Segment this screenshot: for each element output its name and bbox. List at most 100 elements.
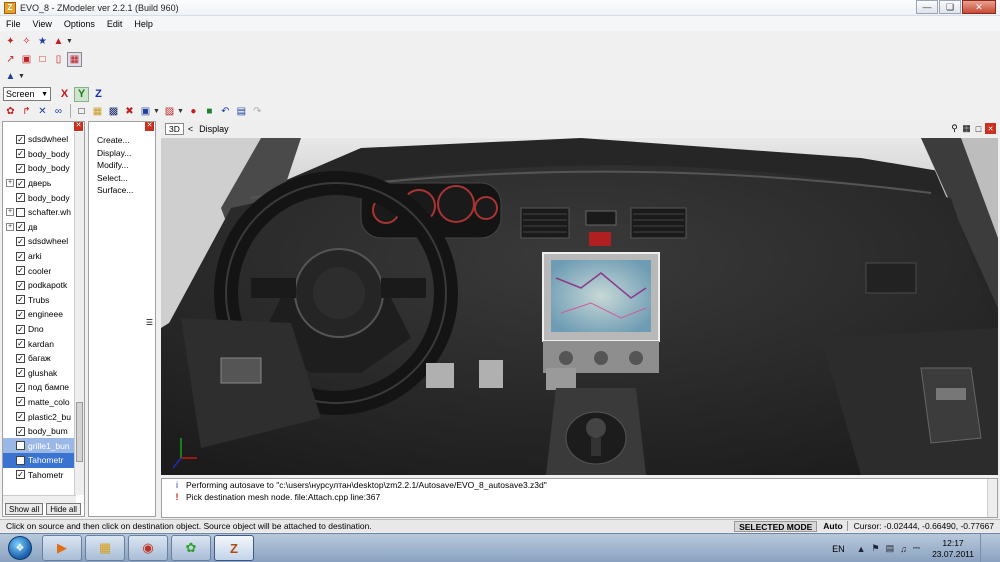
close-icon[interactable]: ✕ (74, 122, 83, 131)
tree-item[interactable]: ✓ body_body (3, 190, 76, 205)
expand-toggle-icon[interactable]: + (6, 208, 14, 217)
visibility-checkbox[interactable]: ✓ (16, 339, 25, 349)
menu-help[interactable]: Help (128, 19, 159, 29)
undo-icon[interactable]: ↶ (218, 104, 233, 119)
cmd-create[interactable]: Create... (89, 134, 133, 147)
close-button[interactable]: ✕ (962, 0, 996, 14)
export-icon[interactable]: ▨ (162, 104, 177, 119)
volume-icon[interactable]: ♫ (900, 544, 907, 554)
zmodeler-task[interactable]: Z (214, 535, 254, 561)
create-cube-icon[interactable]: ▣ (19, 52, 34, 67)
cmd-display[interactable]: Display... (89, 147, 133, 160)
zmodeler-app-icon[interactable]: Z (4, 1, 16, 14)
splitter-grip-icon[interactable]: ☰ (146, 318, 153, 327)
usb-icon[interactable]: ⎓ (913, 543, 920, 554)
back-icon[interactable]: < (188, 124, 193, 134)
tree-item[interactable]: ✓ Trubs (3, 293, 76, 308)
tree-item[interactable]: + ✓ дв (3, 220, 76, 235)
language-indicator[interactable]: EN (832, 544, 845, 554)
visibility-checkbox[interactable]: ✓ (16, 353, 25, 363)
material-icon[interactable]: ■ (202, 104, 217, 119)
scrollbar-thumb[interactable] (76, 402, 83, 462)
visibility-checkbox[interactable]: ✓ (16, 412, 25, 422)
visibility-checkbox[interactable]: ✓ (16, 470, 25, 480)
chevron-down-icon[interactable]: ▼ (66, 38, 73, 45)
menu-view[interactable]: View (27, 19, 58, 29)
create-cylinder-icon[interactable]: ▯ (51, 52, 66, 67)
tree-item[interactable]: ✓ podkapotk (3, 278, 76, 293)
visibility-checkbox[interactable]: ✓ (16, 441, 25, 451)
show-all-button[interactable]: Show all (5, 503, 44, 515)
menu-options[interactable]: Options (58, 19, 101, 29)
visibility-checkbox[interactable]: ✓ (16, 178, 25, 188)
tree-item[interactable]: ✓ sdsdwheel (3, 234, 76, 249)
pan-icon[interactable]: ▦ (961, 123, 972, 134)
visibility-checkbox[interactable]: ✓ (16, 149, 25, 159)
menu-edit[interactable]: Edit (101, 19, 129, 29)
tree-item[interactable]: ✓ plastic2_bu (3, 409, 76, 424)
menu-file[interactable]: File (0, 19, 27, 29)
tree-item[interactable]: ✓ багаж (3, 351, 76, 366)
create-box-icon[interactable]: □ (35, 52, 50, 67)
visibility-checkbox[interactable]: ✓ (16, 236, 25, 246)
show-desktop-button[interactable] (980, 534, 992, 562)
restore-button[interactable]: ❏ (939, 0, 961, 14)
tree-item[interactable]: + ✓ дверь (3, 176, 76, 191)
tree-item[interactable]: ✓ engineee (3, 307, 76, 322)
visibility-checkbox[interactable] (16, 207, 25, 217)
close-icon[interactable]: ✕ (985, 123, 996, 134)
axis-move-icon[interactable]: ↱ (19, 104, 34, 119)
open-folder-icon[interactable]: ▦ (90, 104, 105, 119)
hide-all-button[interactable]: Hide all (46, 503, 81, 515)
clock[interactable]: 12:17 23.07.2011 (932, 538, 974, 560)
tree-item[interactable]: ✓ Dno (3, 322, 76, 337)
redo-icon[interactable]: ↷ (250, 104, 265, 119)
visibility-checkbox[interactable]: ✓ (16, 280, 25, 290)
close-icon[interactable]: ✕ (145, 122, 154, 131)
axis-y-toggle[interactable]: Y (74, 86, 89, 102)
select-object-icon[interactable]: ★ (35, 34, 50, 49)
tree-item[interactable]: Tahometr (3, 453, 76, 468)
tree-item[interactable]: ✓ matte_colo (3, 395, 76, 410)
tree-item[interactable]: ✓ body_body (3, 161, 76, 176)
axis-scale-icon[interactable]: ∞ (51, 104, 66, 119)
visibility-checkbox[interactable]: ✓ (16, 382, 25, 392)
chevron-down-icon[interactable]: ▼ (18, 73, 25, 80)
visibility-checkbox[interactable]: ✓ (16, 222, 25, 232)
tree-item[interactable]: ✓ body_body (3, 147, 76, 162)
tree-item[interactable]: ✓ arki (3, 249, 76, 264)
axis-z-toggle[interactable]: Z (91, 87, 106, 102)
tree-item[interactable]: ✓ cooler (3, 263, 76, 278)
axis-x-toggle[interactable]: X (57, 87, 72, 102)
selection-mode-indicator[interactable]: SELECTED MODE (734, 520, 818, 532)
select-vertex-icon[interactable]: ✦ (3, 34, 18, 49)
select-edge-icon[interactable]: ✧ (19, 34, 34, 49)
explorer-task[interactable]: ▦ (85, 535, 125, 561)
cmd-modify[interactable]: Modify... (89, 159, 133, 172)
3d-viewport[interactable] (161, 138, 998, 475)
visibility-checkbox[interactable]: ✓ (16, 397, 25, 407)
chevron-down-icon[interactable]: ▼ (177, 108, 184, 115)
snap-icon[interactable]: ✿ (3, 104, 18, 119)
notes-icon[interactable]: ▤ (234, 104, 249, 119)
visibility-checkbox[interactable]: ✓ (16, 193, 25, 203)
delete-icon[interactable]: ✖ (122, 104, 137, 119)
tree-item[interactable]: ✓ под бампе (3, 380, 76, 395)
tree-item[interactable]: ✓ sdsdwheel (3, 132, 76, 147)
tree-item[interactable]: ✓ kardan (3, 336, 76, 351)
flag-icon[interactable]: ⚑ (872, 543, 880, 554)
chevron-down-icon[interactable]: ▼ (153, 108, 160, 115)
visibility-checkbox[interactable] (16, 455, 25, 465)
visibility-checkbox[interactable]: ✓ (16, 266, 25, 276)
expand-toggle-icon[interactable]: + (6, 179, 14, 188)
tree-item[interactable]: + schafter.wh (3, 205, 76, 220)
tree-item[interactable]: ✓ glushak (3, 366, 76, 381)
tree-item[interactable]: ✓ Tahometr (3, 468, 76, 483)
visibility-checkbox[interactable]: ✓ (16, 295, 25, 305)
create-line-icon[interactable]: ↗ (3, 52, 18, 67)
chrome-task[interactable]: ◉ (128, 535, 168, 561)
visibility-checkbox[interactable]: ✓ (16, 163, 25, 173)
tray-expand-icon[interactable]: ▲ (857, 544, 866, 554)
import-icon[interactable]: ▣ (138, 104, 153, 119)
zoom-icon[interactable]: ⚲ (949, 123, 960, 134)
